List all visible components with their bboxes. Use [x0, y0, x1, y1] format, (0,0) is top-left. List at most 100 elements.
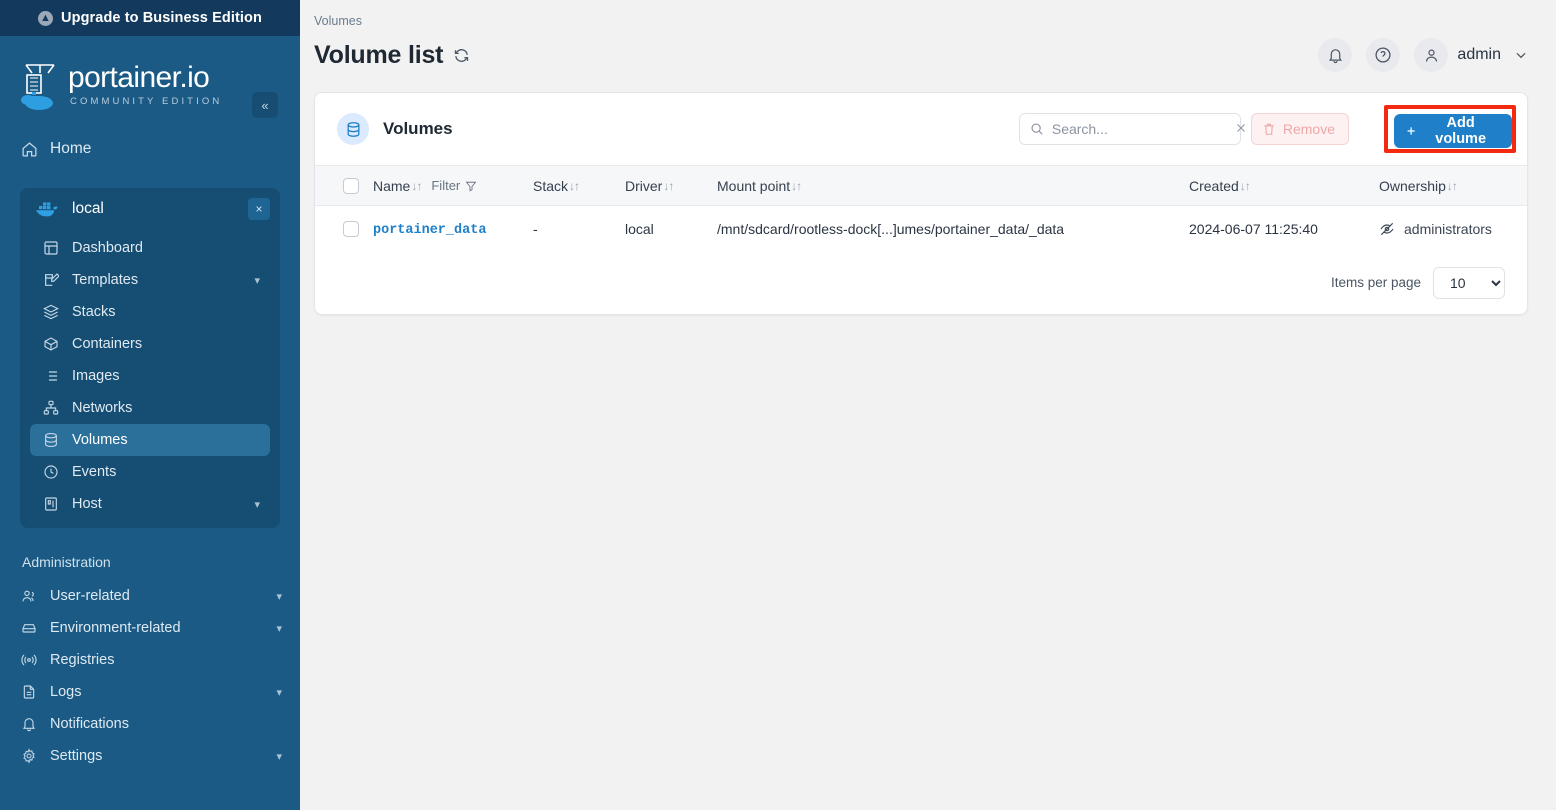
sidebar-item-volumes[interactable]: Volumes — [30, 424, 270, 456]
administration-section-title: Administration — [0, 528, 300, 580]
remove-button[interactable]: Remove — [1251, 113, 1349, 145]
row-checkbox[interactable] — [343, 221, 359, 237]
column-header-driver[interactable]: Driver ↓↑ — [625, 166, 717, 206]
card-title: Volumes — [383, 119, 453, 139]
volumes-table: Name ↓↑ Filter — [315, 165, 1527, 252]
sidebar-item-events[interactable]: Events — [30, 456, 270, 488]
sidebar-item-stacks[interactable]: Stacks — [30, 296, 270, 328]
sidebar-item-dashboard[interactable]: Dashboard — [30, 232, 270, 264]
trash-icon — [1262, 122, 1276, 136]
sidebar-item-label: Dashboard — [72, 240, 260, 256]
table-row[interactable]: portainer_data - local /mnt/sdcard/rootl… — [315, 206, 1527, 252]
environment-header[interactable]: local × — [20, 188, 280, 230]
sidebar-item-label: Containers — [72, 336, 260, 352]
search-input[interactable] — [1052, 121, 1233, 137]
dashboard-icon — [42, 239, 60, 257]
file-text-icon — [20, 683, 38, 701]
column-header-mount-point[interactable]: Mount point ↓↑ — [717, 166, 1189, 206]
database-icon — [42, 431, 60, 449]
sidebar-item-home[interactable]: Home — [8, 132, 292, 166]
sidebar-item-label: User-related — [50, 588, 276, 604]
sort-icon[interactable]: ↓↑ — [1240, 179, 1250, 193]
refresh-button[interactable] — [453, 47, 470, 64]
refresh-icon — [453, 47, 470, 64]
column-label: Mount point — [717, 178, 790, 194]
sidebar-item-logs[interactable]: Logs ▾ — [8, 676, 292, 708]
users-icon — [20, 587, 38, 605]
chevrons-left-icon: « — [261, 98, 268, 113]
chevron-down-icon: ▾ — [276, 686, 282, 699]
page-header: Volume list — [300, 28, 1556, 72]
cell-stack: - — [533, 206, 625, 252]
sidebar-item-label: Notifications — [50, 716, 282, 732]
sidebar-item-images[interactable]: Images — [30, 360, 270, 392]
user-menu[interactable]: admin — [1414, 38, 1528, 72]
volume-name-link[interactable]: portainer_data — [373, 223, 486, 238]
brand-text: portainer.io COMMUNITY EDITION — [68, 63, 222, 107]
breadcrumb[interactable]: Volumes — [300, 0, 1556, 28]
sort-icon[interactable]: ↓↑ — [569, 179, 579, 193]
sidebar-item-user-related[interactable]: User-related ▾ — [8, 580, 292, 612]
items-per-page-select[interactable]: 102550100 — [1433, 267, 1505, 299]
column-label: Ownership — [1379, 178, 1446, 194]
sidebar-item-label: Home — [50, 140, 282, 158]
cell-created: 2024-06-07 11:25:40 — [1189, 206, 1379, 252]
sidebar-item-label: Volumes — [72, 432, 260, 448]
sidebar-collapse-button[interactable]: « — [252, 92, 278, 118]
chevron-down-icon: ▾ — [254, 274, 260, 287]
help-button[interactable] — [1366, 38, 1400, 72]
eye-off-icon — [1379, 221, 1395, 237]
column-header-stack[interactable]: Stack ↓↑ — [533, 166, 625, 206]
gear-icon — [20, 747, 38, 765]
sidebar-item-notifications[interactable]: Notifications — [8, 708, 292, 740]
sidebar-item-settings[interactable]: Settings ▾ — [8, 740, 292, 772]
environment-close-button[interactable]: × — [248, 198, 270, 220]
sidebar-item-label: Logs — [50, 684, 276, 700]
chevron-down-icon: ▾ — [254, 498, 260, 511]
notifications-button[interactable] — [1318, 38, 1352, 72]
funnel-icon[interactable] — [465, 180, 477, 192]
sort-icon[interactable]: ↓↑ — [411, 179, 421, 193]
column-header-created[interactable]: Created ↓↑ — [1189, 166, 1379, 206]
cell-driver: local — [625, 206, 717, 252]
row-select-cell — [315, 206, 373, 252]
clear-search-button[interactable] — [1233, 121, 1249, 137]
sidebar-item-containers[interactable]: Containers — [30, 328, 270, 360]
chevron-down-icon — [1514, 48, 1528, 62]
chevron-down-icon: ▾ — [276, 750, 282, 763]
cell-mount-point: /mnt/sdcard/rootless-dock[...]umes/porta… — [717, 206, 1189, 252]
main-content: Volumes Volume list — [300, 0, 1556, 810]
column-header-name[interactable]: Name ↓↑ Filter — [373, 166, 533, 206]
upgrade-banner[interactable]: ▲ Upgrade to Business Edition — [0, 0, 300, 36]
filter-label[interactable]: Filter — [431, 178, 460, 193]
sidebar-item-environment-related[interactable]: Environment-related ▾ — [8, 612, 292, 644]
sort-icon[interactable]: ↓↑ — [1447, 179, 1457, 193]
network-icon — [42, 399, 60, 417]
column-header-ownership[interactable]: Ownership ↓↑ — [1379, 166, 1527, 206]
sidebar-item-label: Images — [72, 368, 260, 384]
sidebar-item-host[interactable]: Host ▾ — [30, 488, 270, 520]
arrow-up-circle-icon: ▲ — [38, 11, 53, 26]
search-box[interactable] — [1019, 113, 1241, 145]
sidebar-item-networks[interactable]: Networks — [30, 392, 270, 424]
sidebar-item-label: Stacks — [72, 304, 260, 320]
header-actions: admin — [1318, 38, 1528, 72]
add-volume-label: Add volume — [1424, 115, 1497, 147]
template-edit-icon — [42, 271, 60, 289]
cell-name: portainer_data — [373, 206, 533, 252]
chevron-down-icon: ▾ — [276, 590, 282, 603]
environment-name: local — [72, 200, 248, 218]
question-circle-icon — [1374, 46, 1392, 64]
items-per-page-label: Items per page — [1331, 275, 1421, 290]
user-name: admin — [1457, 46, 1501, 64]
sort-icon[interactable]: ↓↑ — [663, 179, 673, 193]
radio-icon — [20, 651, 38, 669]
table-body: portainer_data - local /mnt/sdcard/rootl… — [315, 206, 1527, 252]
sort-icon[interactable]: ↓↑ — [791, 179, 801, 193]
sidebar-item-templates[interactable]: Templates ▾ — [30, 264, 270, 296]
select-all-checkbox[interactable] — [343, 178, 359, 194]
sidebar-item-registries[interactable]: Registries — [8, 644, 292, 676]
add-volume-button[interactable]: Add volume — [1394, 114, 1512, 148]
brand-logo[interactable]: portainer.io COMMUNITY EDITION « — [0, 36, 300, 118]
card-header: Volumes — [315, 93, 1527, 165]
